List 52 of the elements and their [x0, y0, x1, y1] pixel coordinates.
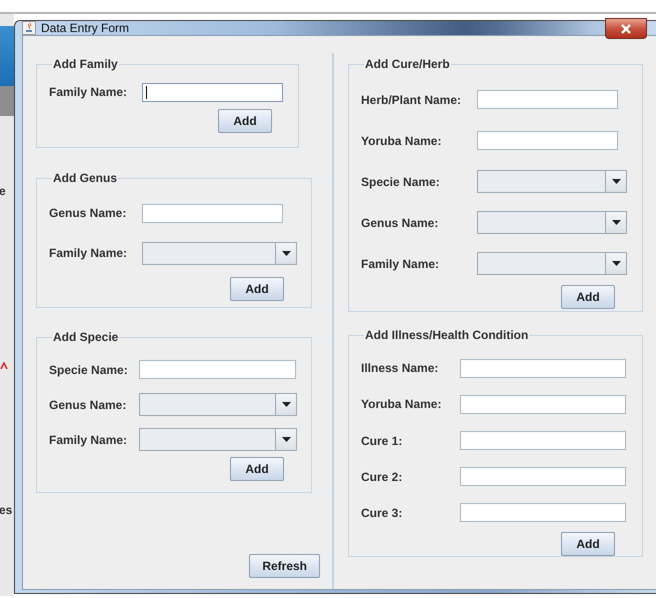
field-label: Genus Name: — [49, 398, 128, 412]
field-label: Cure 2: — [361, 470, 404, 484]
group-title: Add Illness/Health Condition — [364, 328, 530, 342]
dropdown-arrow-icon — [612, 261, 620, 266]
field-label: Genus Name: — [49, 206, 128, 220]
dropdown-arrow-icon — [612, 220, 620, 225]
dropdown-arrow-icon — [282, 402, 290, 407]
close-button[interactable] — [605, 18, 647, 39]
refresh-button[interactable]: Refresh — [249, 554, 320, 578]
field-label: Yoruba Name: — [361, 397, 442, 412]
dropdown[interactable] — [142, 242, 297, 264]
text-field[interactable] — [142, 204, 283, 222]
dropdown[interactable] — [139, 428, 297, 451]
field-label: Herb/Plant Name: — [361, 92, 462, 106]
field-label: Cure 3: — [361, 506, 404, 520]
dropdown-arrow-icon — [282, 437, 290, 442]
text-field[interactable] — [477, 90, 618, 109]
dropdown[interactable] — [477, 170, 627, 193]
dropdown[interactable] — [477, 211, 627, 234]
group-title: Add Genus — [52, 171, 118, 185]
field-label: Specie Name: — [49, 362, 129, 376]
text-field[interactable] — [460, 467, 626, 486]
text-field[interactable] — [477, 131, 618, 150]
add-button[interactable]: Add — [230, 277, 284, 301]
dropdown-arrow-icon — [282, 250, 290, 256]
text-field[interactable] — [460, 431, 626, 450]
text-field[interactable] — [460, 394, 626, 414]
text-field[interactable] — [142, 82, 283, 102]
add-button[interactable]: Add — [561, 532, 615, 556]
group-title: Add Family — [52, 57, 119, 71]
dropdown[interactable] — [477, 252, 627, 275]
field-label: Specie Name: — [361, 174, 441, 188]
field-label: Genus Name: — [361, 216, 440, 230]
field-label: Family Name: — [49, 432, 128, 446]
dropdown-arrow-icon — [612, 179, 620, 184]
close-icon — [620, 24, 632, 34]
window-title: Data Entry Form — [41, 21, 130, 35]
field-label: Family Name: — [49, 246, 128, 260]
group-title: Add Cure/Herb — [364, 57, 451, 71]
text-field[interactable] — [139, 360, 296, 379]
field-label: Yoruba Name: — [361, 134, 442, 148]
field-label: Family Name: — [361, 256, 440, 270]
group-title: Add Specie — [52, 330, 120, 344]
field-label: Family Name: — [49, 85, 128, 99]
text-field[interactable] — [460, 358, 626, 378]
add-button[interactable]: Add — [561, 285, 615, 309]
add-button[interactable]: Add — [218, 109, 272, 133]
add-button[interactable]: Add — [230, 457, 284, 481]
field-label: Illness Name: — [361, 361, 440, 376]
text-field[interactable] — [460, 503, 626, 522]
field-label: Cure 1: — [361, 434, 404, 448]
dropdown[interactable] — [139, 393, 297, 416]
